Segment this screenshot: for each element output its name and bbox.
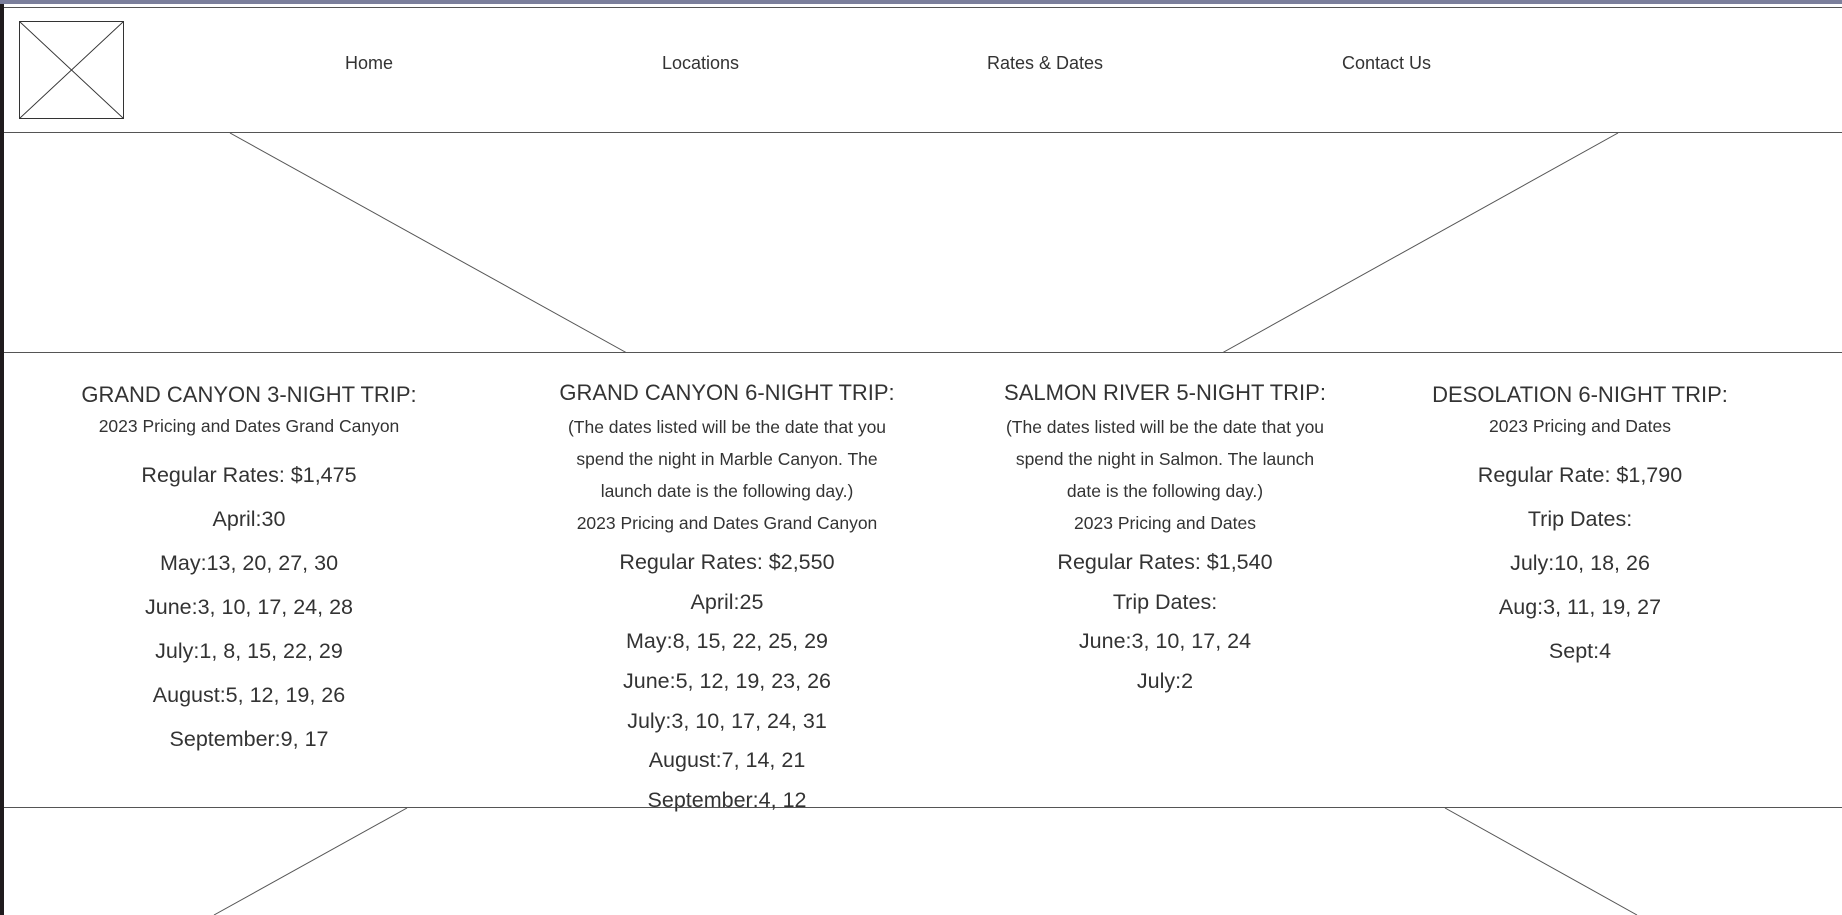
trip-title: GRAND CANYON 6-NIGHT TRIP: [559,380,895,405]
trip-subtitle: 2023 Pricing and Dates Grand Canyon [98,416,400,436]
trip-rate: Regular Rate: $1,790 [1477,463,1683,487]
trip-date: May:13, 20, 27, 30 [159,551,339,575]
trip-note-line: (The dates listed will be the date that … [567,417,887,437]
trip-rate: Regular Rates: $1,540 [1057,550,1273,574]
trip-note-line: (The dates listed will be the date that … [1005,417,1325,437]
trip-note-line: spend the night in Marble Canyon. The [576,449,878,469]
trip-date: July:1, 8, 15, 22, 29 [155,639,343,663]
trip-date: June:3, 10, 17, 24, 28 [145,595,353,619]
trip-date: Sept:4 [1548,639,1612,663]
nav-link-locations[interactable]: Locations [662,53,739,74]
trip-rates-section: GRAND CANYON 3-NIGHT TRIP: 2023 Pricing … [4,353,1842,812]
trip-title: DESOLATION 6-NIGHT TRIP: [1432,382,1728,407]
trip-date: July:10, 18, 26 [1510,551,1650,575]
window-top-border [0,0,1842,4]
logo-placeholder-icon[interactable] [19,21,124,119]
wireframe-page: Home Locations Rates & Dates Contact Us … [4,7,1842,915]
footer-image-placeholder [4,808,1842,915]
trip-date: September:9, 17 [169,727,329,751]
trip-note-line: launch date is the following day.) [600,481,854,501]
hero-placeholder-lines [229,133,1619,353]
trip-date: August:5, 12, 19, 26 [152,683,346,707]
trip-rate: Regular Rates: $1,475 [141,463,357,487]
trip-subtitle: 2023 Pricing and Dates [1074,513,1256,533]
footer-placeholder-lines [213,808,1638,915]
nav-link-rates-dates[interactable]: Rates & Dates [987,53,1103,74]
navigation-bar: Home Locations Rates & Dates Contact Us [4,7,1842,133]
nav-link-contact-us[interactable]: Contact Us [1342,53,1431,74]
trip-date: June:5, 12, 19, 23, 26 [623,669,831,693]
trip-subtitle: 2023 Pricing and Dates Grand Canyon [576,513,878,533]
trip-subtitle: 2023 Pricing and Dates [1489,416,1671,436]
trip-date: July:3, 10, 17, 24, 31 [627,709,827,733]
nav-link-home[interactable]: Home [345,53,393,74]
trip-date: Trip Dates: [1112,590,1218,614]
trip-date: April:30 [212,507,286,531]
trip-date: Trip Dates: [1527,507,1633,531]
trip-title: SALMON RIVER 5-NIGHT TRIP: [1004,380,1326,405]
trip-date: June:3, 10, 17, 24 [1078,629,1252,653]
trip-note-line: date is the following day.) [1066,481,1264,501]
trip-date: Aug:3, 11, 19, 27 [1498,595,1662,619]
trip-rate: Regular Rates: $2,550 [619,550,835,574]
trip-date: May:8, 15, 22, 25, 29 [626,629,828,653]
hero-image-placeholder [4,133,1842,353]
trip-note-line: spend the night in Salmon. The launch [1015,449,1315,469]
trip-date: July:2 [1136,669,1194,693]
trip-date: August:7, 14, 21 [648,748,806,772]
trip-date: April:25 [690,590,764,614]
trip-title: GRAND CANYON 3-NIGHT TRIP: [81,382,417,407]
